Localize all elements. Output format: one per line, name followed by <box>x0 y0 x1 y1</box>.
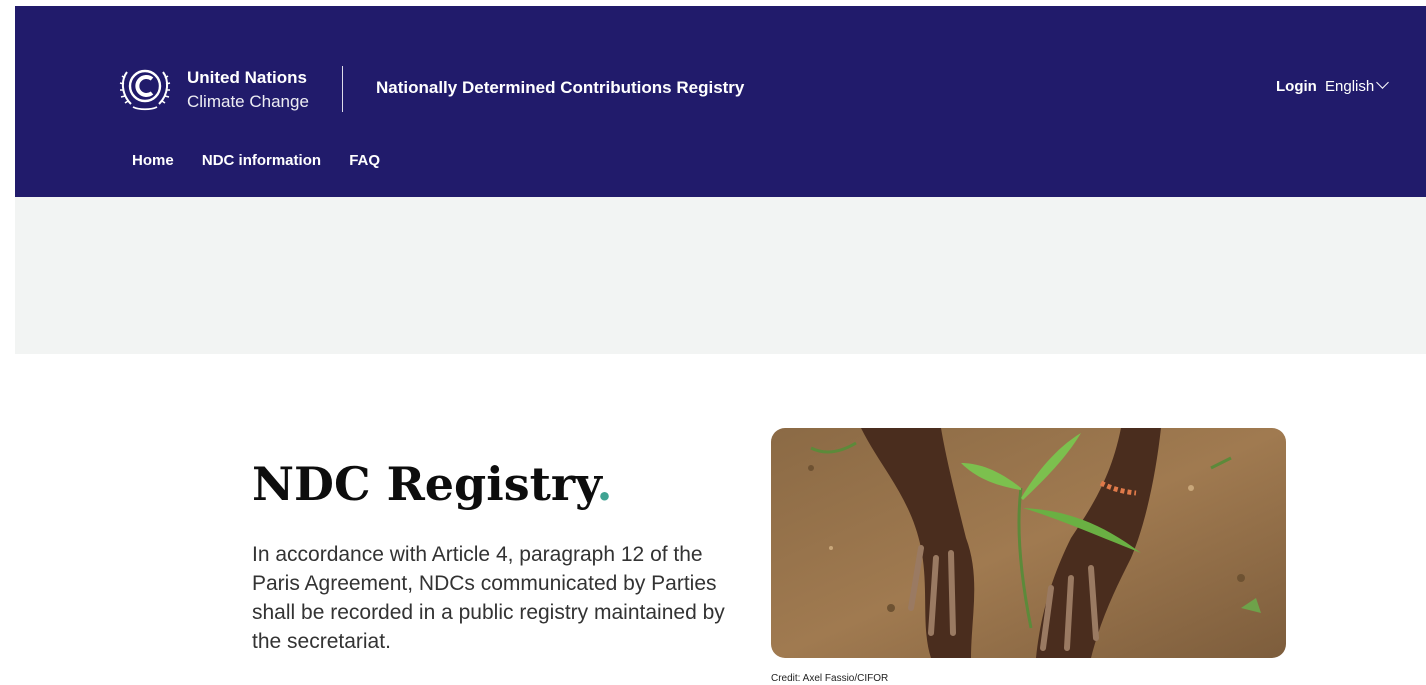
nav-item-home[interactable]: Home <box>132 152 174 169</box>
site-header: United Nations Climate Change Nationally… <box>15 6 1426 197</box>
nav-item-ndc-information[interactable]: NDC information <box>202 152 321 169</box>
organization-name[interactable]: United Nations Climate Change <box>187 66 309 114</box>
page-title-text: NDC Registry <box>252 457 597 511</box>
org-name-line2: Climate Change <box>187 92 309 111</box>
registry-title[interactable]: Nationally Determined Contributions Regi… <box>376 78 744 98</box>
language-selected: English <box>1325 78 1375 95</box>
page-title-dot: . <box>596 457 613 511</box>
org-name-line1: United Nations <box>187 68 307 87</box>
language-selector[interactable]: English <box>1325 76 1390 95</box>
page-title: NDC Registry. <box>252 455 613 513</box>
hero-image <box>771 428 1286 658</box>
banner-band <box>15 197 1426 354</box>
main-nav: Home NDC information FAQ <box>132 152 404 169</box>
header-divider <box>342 66 343 112</box>
chevron-down-icon <box>1376 76 1390 89</box>
hero-description: In accordance with Article 4, paragraph … <box>252 543 725 653</box>
image-credit: Credit: Axel Fassio/CIFOR <box>771 673 889 684</box>
login-link[interactable]: Login <box>1276 78 1317 95</box>
un-climate-change-emblem-icon[interactable] <box>117 62 173 114</box>
nav-item-faq[interactable]: FAQ <box>349 152 380 169</box>
